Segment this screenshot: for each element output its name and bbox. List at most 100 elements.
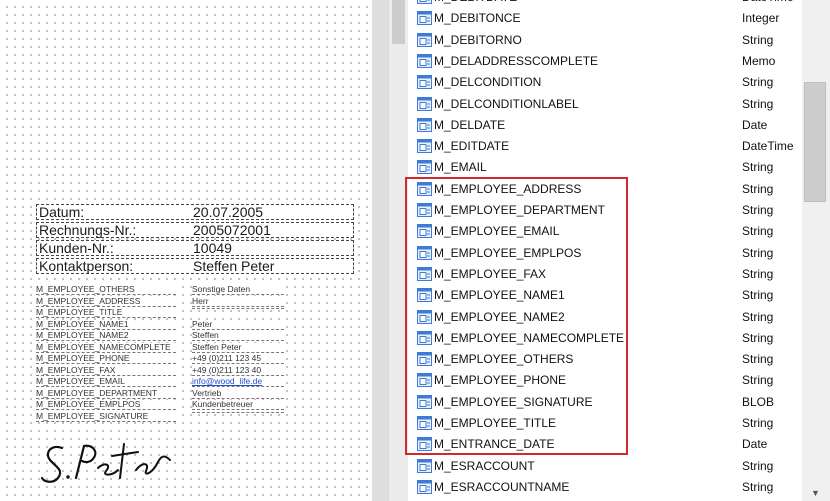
header-field-label: Kontaktperson: [39, 258, 134, 274]
employee-field-value: Vertrieb [192, 388, 284, 399]
field-list-item[interactable]: M_EMPLOYEE_PHONE String [408, 370, 802, 391]
field-list-item[interactable]: M_EMPLOYEE_NAMECOMPLETE String [408, 328, 802, 349]
table-field-icon [417, 288, 432, 303]
employee-field-name: M_EMPLOYEE_EMAIL [36, 377, 176, 387]
table-field-icon [417, 224, 432, 239]
field-list-item[interactable]: M_DELCONDITIONLABEL String [408, 94, 802, 115]
field-list-item[interactable]: M_DELDATE Date [408, 115, 802, 136]
canvas-scrollbar-thumb[interactable] [392, 0, 405, 44]
field-list-item[interactable]: M_EDITDATE DateTime [408, 136, 802, 157]
field-name: M_EMPLOYEE_SIGNATURE [434, 394, 593, 409]
field-name: M_DELADDRESSCOMPLETE [434, 53, 599, 68]
employee-field-name: M_EMPLOYEE_PHONE [36, 354, 176, 364]
field-list-item[interactable]: M_EMPLOYEE_DEPARTMENT String [408, 200, 802, 221]
field-type: String [742, 330, 774, 345]
field-list[interactable]: M_DEBITDATEDateTimeM_DEBITONCEIntegerM_D… [408, 0, 802, 501]
field-name: M_EMPLOYEE_DEPARTMENT [434, 203, 605, 217]
field-type: String [742, 245, 774, 260]
field-name: M_EMPLOYEE_EMPLPOS [434, 245, 582, 260]
scroll-down-arrow-icon[interactable]: ▼ [811, 489, 820, 498]
table-field-icon [417, 139, 432, 154]
employee-field-value: Sonstige Daten [192, 285, 284, 295]
field-name: M_ESRACCOUNTNAME [434, 479, 570, 494]
field-list-item[interactable]: M_DEBITONCE Integer [408, 8, 802, 29]
report-designer-canvas[interactable]: Datum: 20.07.2005 Rechnungs-Nr.: 2005072… [0, 0, 372, 501]
field-list-scrollbar[interactable]: ▼ [802, 0, 830, 501]
field-type: BLOB [742, 394, 775, 409]
field-list-item[interactable]: M_EMPLOYEE_ADDRESS String [408, 179, 802, 200]
field-type: String [742, 458, 774, 473]
header-field-row[interactable]: Datum: 20.07.2005 [36, 204, 354, 220]
field-type: Date [742, 117, 768, 132]
field-list-item[interactable]: M_ENTRANCE_DATE Date [408, 434, 802, 455]
employee-field-value: +49 (0)211 123 40 [192, 365, 284, 376]
field-list-item[interactable]: M_EMPLOYEE_FAX String [408, 264, 802, 285]
panel-splitter[interactable] [372, 0, 388, 501]
employee-field-value: Herr [192, 296, 284, 307]
field-list-item[interactable]: M_DELADDRESSCOMPLETE Memo [408, 51, 802, 72]
field-list-item[interactable]: M_EMPLOYEE_NAME2 String [408, 307, 802, 328]
employee-field-name: M_EMPLOYEE_NAMECOMPLETE [36, 342, 176, 353]
table-field-icon [417, 75, 432, 90]
field-list-item[interactable]: M_EMPLOYEE_EMAIL String [408, 221, 802, 242]
field-name: M_ESRACCOUNT [434, 458, 535, 473]
field-list-item[interactable]: M_DEBITDATE DateTime [408, 0, 802, 8]
field-name: M_EDITDATE [434, 139, 510, 154]
field-list-item[interactable]: M_EMAIL String [408, 157, 802, 178]
employee-field-name: M_EMPLOYEE_TITLE [36, 308, 176, 318]
table-field-icon [417, 352, 432, 367]
field-name: M_EMPLOYEE_PHONE [434, 373, 567, 388]
field-list-item[interactable]: M_DELCONDITION String [408, 72, 802, 93]
table-field-icon [417, 11, 432, 26]
table-field-icon [417, 394, 432, 409]
field-list-item[interactable]: M_EMPLOYEE_OTHERS String [408, 349, 802, 370]
field-type: String [742, 160, 774, 175]
employee-field-name: M_EMPLOYEE_NAME2 [36, 331, 176, 341]
field-name: M_DEBITORNO [434, 32, 522, 47]
header-field-row[interactable]: Kunden-Nr.: 10049 [36, 240, 354, 256]
field-name: M_EMPLOYEE_TITLE [434, 416, 557, 430]
table-field-icon [417, 245, 432, 260]
field-name: M_EMPLOYEE_OTHERS [434, 352, 574, 367]
table-field-icon [417, 181, 432, 196]
field-list-item[interactable]: M_DEBITORNO String [408, 30, 802, 51]
field-name: M_EMPLOYEE_NAME2 [434, 309, 565, 324]
field-type: String [742, 288, 774, 303]
field-list-item[interactable]: M_ESRACCOUNT String [408, 456, 802, 477]
field-list-item[interactable]: M_EMPLOYEE_EMPLPOS String [408, 243, 802, 264]
field-list-scrollbar-thumb[interactable] [804, 82, 826, 202]
employee-field-name: M_EMPLOYEE_NAME1 [36, 319, 176, 330]
field-list-item[interactable]: M_EMPLOYEE_NAME1 String [408, 285, 802, 306]
table-field-icon [417, 203, 432, 217]
header-field-value: 2005072001 [193, 222, 271, 238]
field-name: M_EMPLOYEE_ADDRESS [434, 181, 582, 196]
employee-fields-table[interactable]: M_EMPLOYEE_OTHERS Sonstige Daten M_EMPLOYE… [36, 285, 284, 435]
employee-field-value: Steffen Peter [192, 342, 284, 353]
table-field-icon [417, 117, 432, 132]
table-field-icon [417, 266, 432, 281]
employee-field-name: M_EMPLOYEE_OTHERS [36, 285, 176, 295]
field-type: String [742, 32, 774, 47]
field-type: String [742, 479, 774, 494]
employee-field-name: M_EMPLOYEE_DEPARTMENT [36, 388, 176, 399]
employee-field-name: M_EMPLOYEE_ADDRESS [36, 296, 176, 307]
employee-field-value: Peter [192, 319, 284, 330]
field-type: Date [742, 437, 768, 452]
field-list-item[interactable]: M_EMPLOYEE_SIGNATURE BLOB [408, 392, 802, 413]
table-field-icon [417, 479, 432, 494]
canvas-scrollbar[interactable] [388, 0, 409, 501]
table-field-icon [417, 0, 432, 4]
field-list-item[interactable]: M_ESRACCOUNTNAME String [408, 477, 802, 498]
field-name: M_EMPLOYEE_NAME1 [434, 288, 565, 303]
table-field-icon [417, 96, 432, 111]
header-field-row[interactable]: Rechnungs-Nr.: 2005072001 [36, 222, 354, 238]
employee-field-name: M_EMPLOYEE_SIGNATURE [36, 411, 176, 422]
signature-image[interactable] [40, 438, 180, 486]
employee-field-value: Steffen [192, 331, 284, 341]
field-list-item[interactable]: M_EMPLOYEE_TITLE String [408, 413, 802, 434]
field-type: String [742, 352, 774, 367]
employee-field-value: +49 (0)211 123 45 [192, 354, 284, 364]
header-field-row[interactable]: Kontaktperson: Steffen Peter [36, 258, 354, 274]
field-type: String [742, 224, 774, 239]
table-field-icon [417, 373, 432, 388]
